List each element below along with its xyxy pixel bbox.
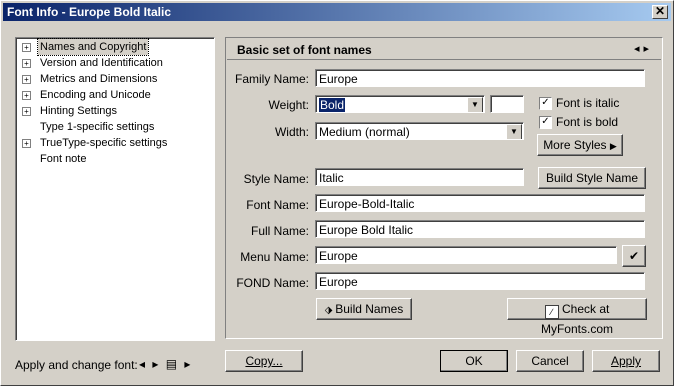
copy-label: Copy... xyxy=(245,354,283,368)
bold-checkbox-label[interactable]: Font is bold xyxy=(556,115,618,129)
build-names-label: Build Names xyxy=(335,302,404,316)
tree-item-hinting[interactable]: + Hinting Settings xyxy=(16,103,212,119)
full-name-label: Full Name: xyxy=(250,224,309,238)
panel-header: Basic set of font names ◂▸ xyxy=(227,39,661,60)
tree-item-type1[interactable]: Type 1-specific settings xyxy=(16,119,212,135)
menu-name-input[interactable]: Europe xyxy=(315,246,617,264)
tree-item-label: Hinting Settings xyxy=(40,105,118,117)
weight-select[interactable]: Bold ▼ xyxy=(315,95,485,113)
font-name-input[interactable]: Europe-Bold-Italic xyxy=(315,194,645,212)
tree-item-label: Version and Identification xyxy=(40,57,163,69)
triangle-right-icon: ▶ xyxy=(609,141,617,151)
tree-item-label: Names and Copyright xyxy=(36,38,150,56)
tree-item-font-note[interactable]: Font note xyxy=(16,151,212,167)
menu-name-label: Menu Name: xyxy=(240,250,309,264)
panel-title: Basic set of font names xyxy=(237,43,372,57)
category-tree[interactable]: + Names and Copyright + Version and Iden… xyxy=(15,37,215,341)
build-names-button[interactable]: ⬗ Build Names xyxy=(316,298,412,320)
tree-item-label: TrueType-specific settings xyxy=(40,137,168,149)
apply-button[interactable]: Apply xyxy=(592,350,660,372)
close-icon[interactable]: ✕ xyxy=(652,5,668,19)
confirm-check-icon[interactable]: ✔ xyxy=(622,245,646,267)
expand-icon[interactable]: + xyxy=(22,139,31,148)
window-title: Font Info - Europe Bold Italic xyxy=(7,5,171,19)
ok-button[interactable]: OK xyxy=(440,350,508,372)
family-name-input[interactable]: Europe xyxy=(315,69,645,87)
apply-label: Apply xyxy=(610,354,642,368)
tree-item-label: Encoding and Unicode xyxy=(40,89,151,101)
italic-checkbox-label[interactable]: Font is italic xyxy=(556,96,619,110)
chevron-down-icon[interactable]: ▼ xyxy=(506,124,522,139)
weight-label: Weight: xyxy=(268,98,309,112)
expand-icon[interactable]: + xyxy=(22,75,31,84)
check-myfonts-button[interactable]: ∕ Check at MyFonts.com xyxy=(507,298,647,336)
tree-item-version[interactable]: + Version and Identification xyxy=(16,55,212,71)
apply-change-font-label: Apply and change font: xyxy=(15,358,138,372)
tree-item-label: Metrics and Dimensions xyxy=(40,73,158,85)
style-name-input[interactable]: Italic xyxy=(315,168,524,186)
font-name-label: Font Name: xyxy=(246,198,309,212)
title-bar[interactable]: Font Info - Europe Bold Italic ✕ xyxy=(3,3,671,21)
width-label: Width: xyxy=(274,125,309,139)
width-select[interactable]: Medium (normal) ▼ xyxy=(315,122,524,140)
tree-item-label: Type 1-specific settings xyxy=(40,121,155,133)
font-nav-icons[interactable]: ◂ ▸ ▤ ▸ xyxy=(139,357,192,371)
cancel-button[interactable]: Cancel xyxy=(516,350,584,372)
font-info-window: Font Info - Europe Bold Italic ✕ + Names… xyxy=(0,0,674,386)
chevron-down-icon[interactable]: ▼ xyxy=(467,97,483,112)
tree-item-names-copyright[interactable]: + Names and Copyright xyxy=(16,38,212,56)
width-value: Medium (normal) xyxy=(319,125,410,139)
diamond-icon: ⬗ xyxy=(324,305,336,316)
tree-item-label: Font note xyxy=(40,153,87,165)
expand-icon[interactable]: + xyxy=(22,59,31,68)
panel-nav-arrows-icon[interactable]: ◂▸ xyxy=(634,42,653,55)
tree-item-encoding[interactable]: + Encoding and Unicode xyxy=(16,87,212,103)
expand-icon[interactable]: + xyxy=(22,43,31,52)
fond-name-label: FOND Name: xyxy=(236,276,309,290)
build-style-name-button[interactable]: Build Style Name xyxy=(538,167,646,189)
myfonts-icon: ∕ xyxy=(544,305,559,319)
full-name-input[interactable]: Europe Bold Italic xyxy=(315,220,645,238)
style-name-label: Style Name: xyxy=(243,172,309,186)
weight-value: Bold xyxy=(319,98,346,112)
more-styles-label: More Styles xyxy=(543,138,607,152)
expand-icon[interactable]: + xyxy=(22,91,31,100)
tree-item-truetype[interactable]: + TrueType-specific settings xyxy=(16,135,212,151)
weight-code-input[interactable] xyxy=(490,95,524,113)
bold-checkbox[interactable]: ✓ xyxy=(539,116,552,129)
family-name-label: Family Name: xyxy=(234,72,309,86)
more-styles-button[interactable]: More Styles ▶ xyxy=(537,134,623,156)
copy-button[interactable]: Copy... xyxy=(225,350,303,372)
expand-icon[interactable]: + xyxy=(22,107,31,116)
fond-name-input[interactable]: Europe xyxy=(315,272,645,290)
tree-item-metrics[interactable]: + Metrics and Dimensions xyxy=(16,71,212,87)
italic-checkbox[interactable]: ✓ xyxy=(539,97,552,110)
